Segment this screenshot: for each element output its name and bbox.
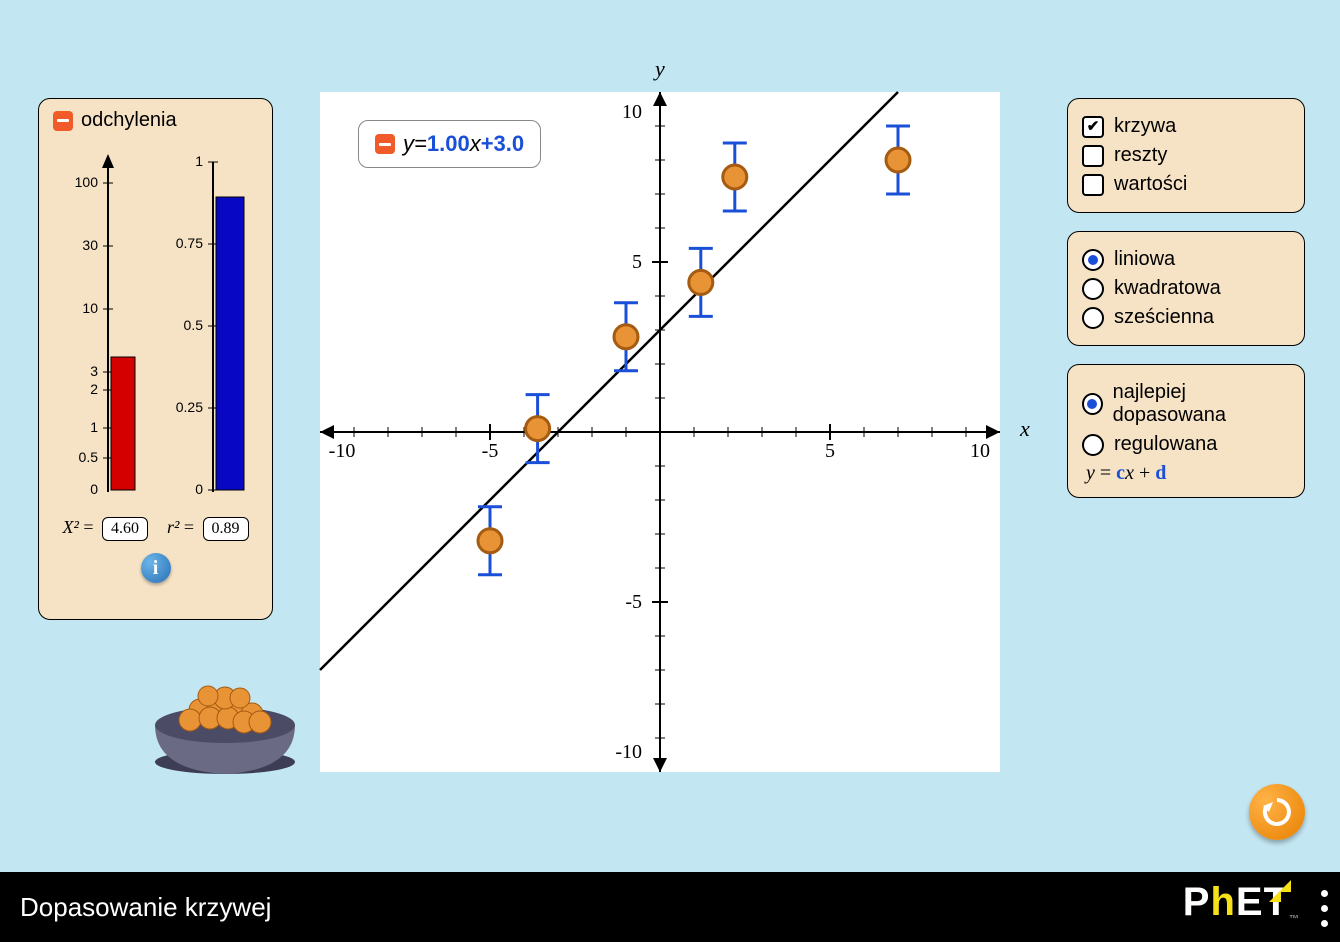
svg-text:1: 1	[90, 419, 98, 435]
data-points[interactable]	[478, 126, 910, 575]
radio-icon	[1082, 393, 1103, 415]
svg-text:10: 10	[82, 300, 98, 316]
footer-bar: Dopasowanie krzywej PhET™	[0, 872, 1340, 942]
checkbox-icon	[1082, 174, 1104, 196]
svg-text:0: 0	[195, 481, 203, 497]
simulation-stage: odchylenia 100 30 10 3 2 1 0.5 0 1 0.75	[0, 0, 1340, 872]
x-axis-label: x	[1020, 416, 1030, 442]
fit-type-panel: liniowa kwadratowa sześcienna	[1067, 231, 1305, 346]
info-button[interactable]: i	[141, 553, 171, 583]
svg-text:-5: -5	[482, 440, 499, 462]
y-axis-label: y	[655, 56, 665, 82]
reset-icon	[1259, 794, 1295, 830]
view-options-panel: krzywa reszty wartości	[1067, 98, 1305, 213]
r2-value: 0.89	[203, 517, 249, 541]
sim-title: Dopasowanie krzywej	[20, 892, 271, 923]
radio-icon	[1082, 434, 1104, 456]
equation-display: y = 1.00 x + 3.0	[358, 120, 541, 168]
controls-column: krzywa reszty wartości liniowa kwadratow…	[1067, 98, 1305, 516]
svg-text:2: 2	[90, 381, 98, 397]
radio-icon	[1082, 307, 1104, 329]
best-fit-radio[interactable]: najlepiej dopasowana	[1082, 381, 1290, 427]
phet-arrow-icon	[1267, 878, 1293, 904]
linear-radio[interactable]: liniowa	[1082, 248, 1290, 271]
formula-display: y = cx + d	[1086, 462, 1290, 485]
svg-text:5: 5	[632, 251, 642, 273]
radio-icon	[1082, 278, 1104, 300]
svg-text:1: 1	[195, 153, 203, 169]
svg-text:-10: -10	[615, 741, 642, 763]
curve-checkbox[interactable]: krzywa	[1082, 115, 1290, 138]
svg-text:10: 10	[622, 101, 642, 123]
svg-text:0.75: 0.75	[176, 235, 203, 251]
phet-menu-button[interactable]	[1321, 890, 1328, 927]
svg-text:5: 5	[825, 440, 835, 462]
chi2-bar	[111, 357, 135, 490]
r2-bar	[216, 197, 244, 490]
reset-all-button[interactable]	[1249, 784, 1305, 840]
svg-text:0.5: 0.5	[79, 449, 99, 465]
radio-icon	[1082, 249, 1104, 271]
chi2-label: X² = 4.60	[62, 517, 148, 541]
checkbox-icon	[1082, 116, 1104, 138]
phet-logo[interactable]: PhET™	[1183, 880, 1300, 925]
svg-text:0.25: 0.25	[176, 399, 203, 415]
chi2-value: 4.60	[102, 517, 148, 541]
graph-area[interactable]: -10-5510 105-5-10 y x	[320, 92, 1000, 772]
svg-text:10: 10	[970, 440, 990, 462]
fit-mode-panel: najlepiej dopasowana regulowana y = cx +…	[1067, 364, 1305, 498]
quadratic-radio[interactable]: kwadratowa	[1082, 277, 1290, 300]
deviations-title: odchylenia	[81, 109, 177, 132]
values-checkbox[interactable]: wartości	[1082, 173, 1290, 196]
r2-label: r² = 0.89	[167, 517, 249, 541]
collapse-equation-button[interactable]	[375, 134, 395, 154]
fit-line	[320, 92, 898, 670]
svg-text:0.5: 0.5	[184, 317, 204, 333]
svg-text:100: 100	[75, 174, 99, 190]
svg-text:0: 0	[90, 481, 98, 497]
svg-text:-10: -10	[329, 440, 356, 462]
svg-text:3: 3	[90, 363, 98, 379]
checkbox-icon	[1082, 145, 1104, 167]
deviations-panel: odchylenia 100 30 10 3 2 1 0.5 0 1 0.75	[38, 98, 273, 620]
collapse-deviations-button[interactable]	[53, 111, 73, 131]
svg-text:30: 30	[82, 237, 98, 253]
deviation-bars: 100 30 10 3 2 1 0.5 0 1 0.75 0.5 0.25 0	[53, 132, 258, 512]
adjustable-radio[interactable]: regulowana	[1082, 433, 1290, 456]
residuals-checkbox[interactable]: reszty	[1082, 144, 1290, 167]
svg-text:-5: -5	[625, 591, 642, 613]
cubic-radio[interactable]: sześcienna	[1082, 306, 1290, 329]
